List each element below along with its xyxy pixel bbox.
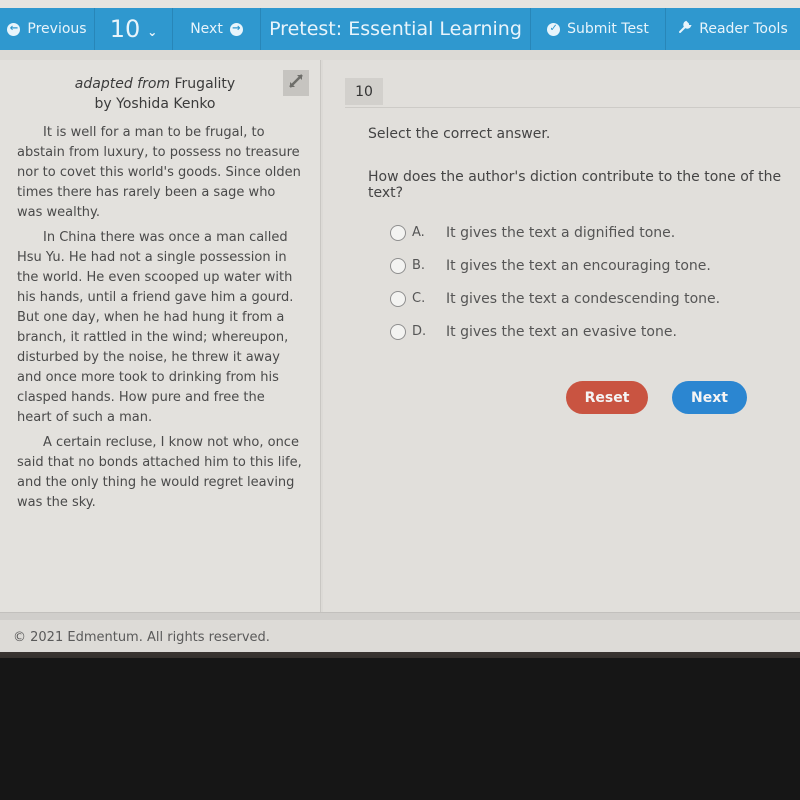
answer-option-c[interactable]: C. It gives the text a condescending ton… <box>390 282 720 315</box>
option-letter: D. <box>412 324 427 339</box>
question-number-dropdown[interactable]: 10 ⌄ <box>95 8 173 50</box>
test-toolbar: ← Previous 10 ⌄ Next → Pretest: Essentia… <box>0 8 800 50</box>
passage-text: It is well for a man to be frugal, to ab… <box>17 123 302 518</box>
passage-source: adapted from Frugality <box>40 76 270 92</box>
radio-button[interactable] <box>390 290 406 307</box>
arrow-left-circle-icon: ← <box>7 22 21 36</box>
radio-button[interactable] <box>390 323 406 340</box>
source-prefix: adapted from <box>74 76 171 92</box>
question-instruction: Select the correct answer. <box>368 126 551 142</box>
option-text: It gives the text an encouraging tone. <box>446 257 711 274</box>
option-letter: C. <box>412 291 426 306</box>
submit-test-label: Submit Test <box>567 21 649 37</box>
test-title: Pretest: Essential Learning <box>261 8 531 50</box>
answer-option-b[interactable]: B. It gives the text an encouraging tone… <box>390 249 720 282</box>
question-number-label: 10 <box>109 15 141 43</box>
option-letter: B. <box>412 258 426 273</box>
passage-paragraph: A certain recluse, I know not who, once … <box>17 435 302 510</box>
next-label: Next <box>190 21 223 37</box>
divider <box>345 107 800 108</box>
expand-arrows-icon <box>287 72 305 94</box>
radio-button[interactable] <box>390 257 406 274</box>
answer-option-d[interactable]: D. It gives the text an evasive tone. <box>390 315 720 348</box>
passage-author: by Yoshida Kenko <box>94 96 216 112</box>
radio-button[interactable] <box>390 224 406 241</box>
wrench-icon <box>678 20 692 38</box>
copyright-text: © 2021 Edmentum. All rights reserved. <box>13 630 270 645</box>
source-title: Frugality <box>174 76 236 92</box>
option-text: It gives the text a dignified tone. <box>446 224 676 241</box>
screen: ← Previous 10 ⌄ Next → Pretest: Essentia… <box>0 0 800 690</box>
previous-button[interactable]: ← Previous <box>0 8 95 50</box>
answer-option-a[interactable]: A. It gives the text a dignified tone. <box>390 216 720 249</box>
submit-test-button[interactable]: ✓ Submit Test <box>531 8 666 50</box>
arrow-right-circle-icon: → <box>229 22 243 36</box>
monitor-bezel <box>0 658 800 800</box>
question-prompt: How does the author's diction contribute… <box>368 169 782 201</box>
reset-button[interactable]: Reset <box>566 381 648 414</box>
passage-paragraph: It is well for a man to be frugal, to ab… <box>17 125 301 220</box>
option-text: It gives the text an evasive tone. <box>446 323 677 340</box>
chevron-down-icon: ⌄ <box>147 25 158 39</box>
question-number-badge: 10 <box>345 78 383 105</box>
toolbar-next-button[interactable]: Next → <box>173 8 261 50</box>
option-letter: A. <box>412 225 425 240</box>
browser-strip <box>0 0 800 8</box>
check-circle-icon: ✓ <box>547 22 561 36</box>
next-button[interactable]: Next <box>672 381 747 414</box>
reader-tools-button[interactable]: Reader Tools <box>666 8 800 50</box>
test-title-text: Pretest: Essential Learning <box>269 18 522 40</box>
expand-passage-button[interactable] <box>283 70 309 96</box>
reader-tools-label: Reader Tools <box>699 21 788 37</box>
answer-options: A. It gives the text a dignified tone. B… <box>390 216 720 348</box>
footer-divider <box>0 612 800 620</box>
option-text: It gives the text a condescending tone. <box>446 290 721 307</box>
passage-paragraph: In China there was once a man called Hsu… <box>17 230 294 425</box>
previous-label: Previous <box>27 21 87 37</box>
